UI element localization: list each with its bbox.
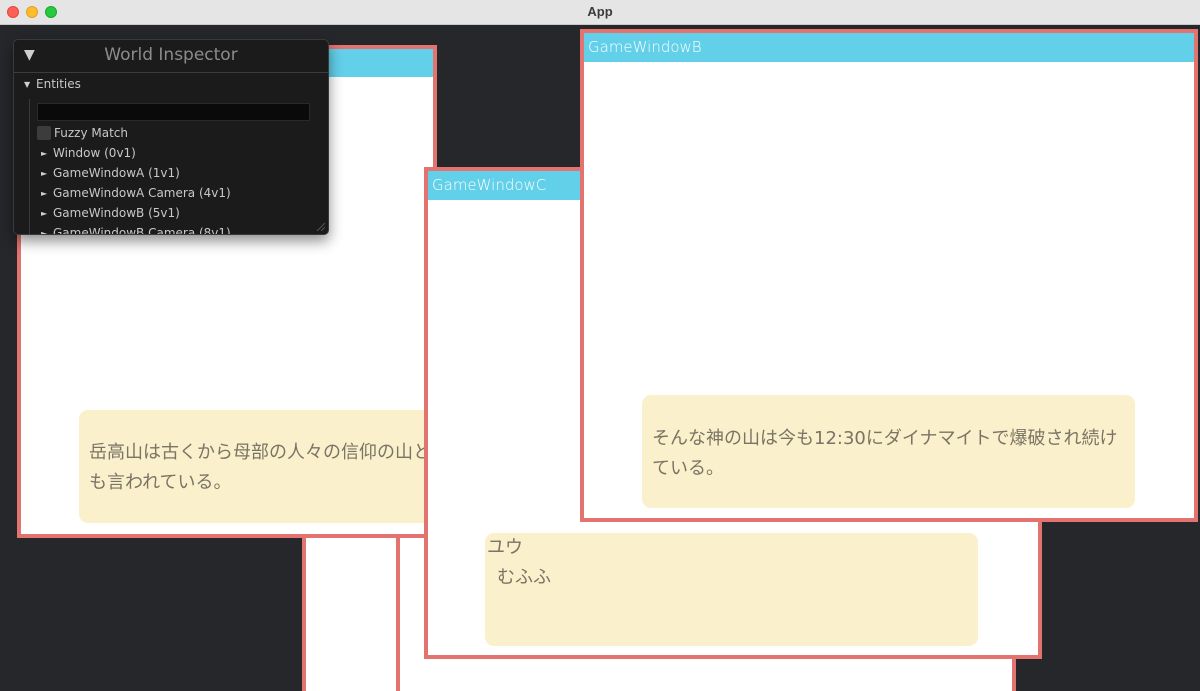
entity-search-input[interactable] <box>37 103 310 121</box>
expand-arrow-icon[interactable]: ► <box>41 144 53 164</box>
game-window-b[interactable]: GameWindowB そんな神の山は今も12:30にダイナマイトで爆破され続け… <box>580 29 1198 522</box>
entity-label: GameWindowA (1v1) <box>53 166 180 180</box>
inspector-title: World Inspector <box>104 45 238 65</box>
entity-label: GameWindowA Camera (4v1) <box>53 186 231 200</box>
entity-row[interactable]: ► GameWindowA Camera (4v1) <box>41 183 231 203</box>
entities-section-header[interactable]: ▼ Entities <box>24 74 81 94</box>
inspector-header[interactable]: ▼ World Inspector <box>14 40 328 73</box>
game-window-b-dialog: そんな神の山は今も12:30にダイナマイトで爆破され続けている。 <box>642 395 1135 508</box>
fuzzy-match-checkbox[interactable] <box>37 126 51 140</box>
inspector-body: ▼ Entities Fuzzy Match ► Window (0v1) ► Gam… <box>14 73 328 234</box>
entity-row[interactable]: ► GameWindowA (1v1) <box>41 163 180 183</box>
game-window-a-dialog: 岳高山は古くから母部の人々の信仰の山とも言われている。 <box>79 410 439 523</box>
fuzzy-match-label: Fuzzy Match <box>54 126 128 140</box>
expand-triangle-icon[interactable]: ▼ <box>24 75 36 95</box>
entity-row[interactable]: ► Window (0v1) <box>41 143 136 163</box>
app-title: App <box>587 4 613 19</box>
world-inspector-panel[interactable]: ▼ World Inspector ▼ Entities Fuzzy Match … <box>13 39 329 235</box>
expand-arrow-icon[interactable]: ► <box>41 224 53 235</box>
entity-label: Window (0v1) <box>53 146 136 160</box>
game-window-a-dialog-text: 岳高山は古くから母部の人々の信仰の山とも言われている。 <box>89 442 431 493</box>
tree-guide-line <box>29 99 30 234</box>
expand-arrow-icon[interactable]: ► <box>41 184 53 204</box>
game-window-b-titlebar[interactable]: GameWindowB <box>584 33 1194 62</box>
entity-row[interactable]: ► GameWindowB (5v1) <box>41 203 180 223</box>
entities-section-label: Entities <box>36 77 81 91</box>
desktop: 岳高山は古くから母部の人々の信仰の山とも言われている。 GameWindowC … <box>0 25 1200 691</box>
game-window-c-speaker: ユウ <box>487 537 523 558</box>
game-window-b-dialog-text: そんな神の山は今も12:30にダイナマイトで爆破され続けている。 <box>652 428 1118 479</box>
game-window-c-dialog-text: むふふ <box>497 567 551 588</box>
game-window-c-dialog: ユウ むふふ <box>485 533 978 646</box>
entity-label: GameWindowB (5v1) <box>53 206 180 220</box>
entity-row[interactable]: ► GameWindowB Camera (8v1) <box>41 223 231 235</box>
expand-arrow-icon[interactable]: ► <box>41 204 53 224</box>
resize-grip-icon[interactable] <box>315 221 325 231</box>
expand-arrow-icon[interactable]: ► <box>41 164 53 184</box>
app-titlebar: App <box>0 0 1200 25</box>
entity-label: GameWindowB Camera (8v1) <box>53 226 231 235</box>
